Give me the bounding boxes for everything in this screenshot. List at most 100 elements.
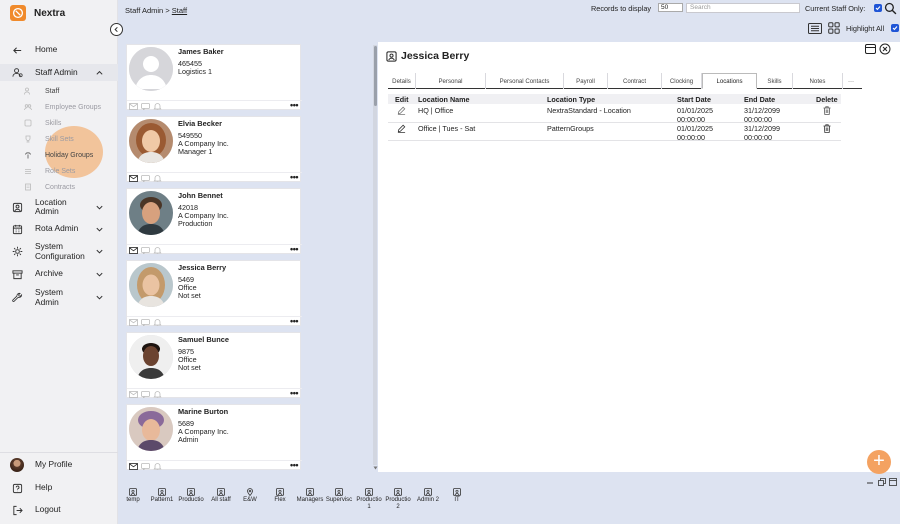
sidebar-subitem-contracts[interactable]: Contracts (0, 180, 118, 194)
records-input[interactable]: 50 (658, 3, 683, 12)
tab-personal-contacts[interactable]: Personal Contacts (486, 73, 564, 89)
staff-card[interactable]: John Bennet 42018 A Company Inc. Product… (126, 188, 302, 254)
more-options-icon[interactable]: ••• (290, 388, 298, 398)
column-header-end-date[interactable]: End Date (744, 95, 775, 104)
grid-view-icon[interactable] (828, 22, 840, 34)
chevron-left-icon (114, 26, 118, 33)
group-tab[interactable]: IT (442, 488, 472, 504)
group-tab[interactable]: E&W (235, 488, 265, 504)
sms-icon[interactable] (141, 463, 150, 470)
more-options-icon[interactable]: ••• (290, 316, 298, 326)
staff-card[interactable]: Marine Burton 5689 A Company Inc. Admin … (126, 404, 302, 470)
tab-details[interactable]: Details (388, 73, 416, 89)
sidebar-subitem-role-sets[interactable]: Role Sets (0, 164, 118, 178)
mail-icon[interactable] (129, 175, 138, 182)
tab-locations[interactable]: Locations (702, 73, 757, 89)
current-staff-checkbox[interactable] (874, 4, 882, 12)
add-button[interactable]: + (867, 450, 891, 474)
scrollbar-thumb[interactable] (374, 46, 377, 106)
more-options-icon[interactable]: ••• (290, 244, 298, 254)
search-icon[interactable] (884, 2, 897, 15)
bell-icon[interactable] (153, 319, 162, 326)
more-options-icon[interactable]: ••• (290, 460, 298, 470)
sidebar-subitem-holiday-groups[interactable]: Holiday Groups (0, 148, 118, 162)
sidebar-subitem-staff[interactable]: Staff (0, 84, 118, 98)
mail-icon[interactable] (129, 247, 138, 254)
search-input[interactable]: Search (686, 3, 800, 13)
breadcrumb-parent[interactable]: Staff Admin (125, 6, 163, 15)
trash-icon[interactable] (823, 124, 831, 133)
sidebar-subitem-employee-groups[interactable]: Employee Groups (0, 100, 118, 114)
column-header-location-type[interactable]: Location Type (547, 95, 595, 104)
mail-icon[interactable] (129, 319, 138, 326)
group-tab[interactable]: Managers (295, 488, 325, 504)
group-tab[interactable]: All staff (206, 488, 236, 504)
group-tab[interactable]: Productio (176, 488, 206, 504)
sidebar-item-staff-admin[interactable]: Staff Admin (0, 64, 118, 81)
sidebar-item-logout[interactable]: Logout (0, 504, 118, 516)
sms-icon[interactable] (141, 247, 150, 254)
mail-icon[interactable] (129, 463, 138, 470)
tab-clocking[interactable]: Clocking (662, 73, 702, 89)
tab-payroll[interactable]: Payroll (564, 73, 608, 89)
sms-icon[interactable] (141, 175, 150, 182)
staff-card[interactable]: Samuel Bunce 9875 Office Not set ••• (126, 332, 302, 398)
more-options-icon[interactable]: ••• (290, 100, 298, 110)
close-icon[interactable] (879, 43, 891, 55)
group-tab[interactable]: Supervisc (324, 488, 354, 504)
staff-photo (129, 119, 173, 163)
bell-icon[interactable] (153, 103, 162, 110)
group-tab[interactable]: temp (118, 488, 148, 504)
sidebar-divider (0, 452, 118, 453)
bell-icon[interactable] (153, 463, 162, 470)
bell-icon[interactable] (153, 391, 162, 398)
tab-skills[interactable]: Skills (757, 73, 793, 89)
tab-notes[interactable]: Notes (793, 73, 843, 89)
tab-contract[interactable]: Contract (608, 73, 662, 89)
sidebar-item-my-profile[interactable]: My Profile (0, 458, 118, 472)
sms-icon[interactable] (141, 103, 150, 110)
edit-icon[interactable] (397, 106, 406, 115)
tab-personal[interactable]: Personal (416, 73, 486, 89)
sidebar-item-system-admin[interactable]: System Admin (0, 287, 118, 307)
sidebar-item-rota-admin[interactable]: Rota Admin (0, 223, 118, 235)
highlight-all-checkbox[interactable] (891, 24, 899, 32)
sidebar-item-archive[interactable]: Archive (0, 268, 118, 280)
sidebar-item-home[interactable]: Home (0, 44, 118, 56)
group-tab[interactable]: Pattern1 (147, 488, 177, 504)
splitter-scrollbar[interactable] (373, 45, 377, 465)
brand[interactable]: Nextra (10, 5, 65, 21)
column-header-start-date[interactable]: Start Date (677, 95, 711, 104)
breadcrumb-current[interactable]: Staff (172, 6, 187, 15)
group-tab[interactable]: Productio 2 (383, 488, 413, 511)
window-icon[interactable] (889, 478, 897, 486)
column-header-location-name[interactable]: Location Name (418, 95, 470, 104)
sidebar-item-label: Location Admin (35, 196, 67, 216)
restore-icon[interactable] (878, 478, 886, 486)
group-tab[interactable]: Flex (265, 488, 295, 504)
group-tab[interactable]: Admin 2 (413, 488, 443, 504)
staff-card[interactable]: Jessica Berry 5469 Office Not set ••• (126, 260, 302, 326)
sidebar-subitem-skills[interactable]: Skills (0, 116, 118, 130)
sms-icon[interactable] (141, 391, 150, 398)
bell-icon[interactable] (153, 247, 162, 254)
staff-card[interactable]: James Baker 465455 Logistics 1 ••• (126, 44, 302, 110)
minimize-icon[interactable] (866, 478, 874, 484)
sidebar-subitem-skill-sets[interactable]: Skill Sets (0, 132, 118, 146)
mail-icon[interactable] (129, 391, 138, 398)
collapse-sidebar-button[interactable] (110, 23, 123, 36)
sms-icon[interactable] (141, 319, 150, 326)
tab-more[interactable]: ··· (843, 73, 859, 89)
group-tab[interactable]: Productio 1 (354, 488, 384, 511)
sidebar-item-location-admin[interactable]: Location Admin (0, 196, 118, 216)
sidebar-item-help[interactable]: Help (0, 482, 118, 494)
mail-icon[interactable] (129, 103, 138, 110)
bell-icon[interactable] (153, 175, 162, 182)
edit-icon[interactable] (397, 124, 406, 133)
list-view-icon[interactable] (808, 23, 822, 34)
more-options-icon[interactable]: ••• (290, 172, 298, 182)
maximize-icon[interactable] (865, 44, 876, 54)
sidebar-item-system-configuration[interactable]: System Configuration (0, 241, 118, 261)
staff-card[interactable]: Elvia Becker 549550 A Company Inc. Manag… (126, 116, 302, 182)
trash-icon[interactable] (823, 106, 831, 115)
